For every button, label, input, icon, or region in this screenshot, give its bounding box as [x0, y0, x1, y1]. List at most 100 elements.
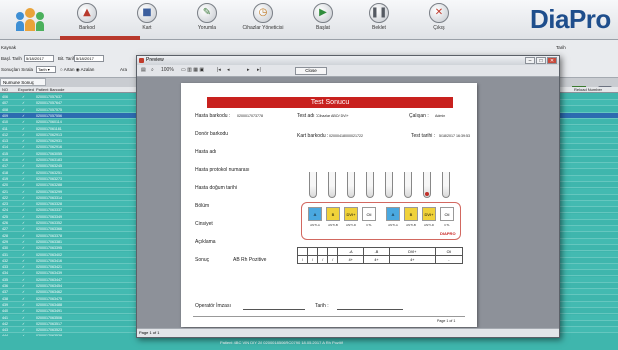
- well-cell: Ctl: [440, 207, 454, 221]
- row-no: 428: [2, 233, 8, 238]
- row-no: 406: [2, 95, 8, 99]
- tab-results[interactable]: Numune Sonuç: [0, 78, 46, 86]
- toolbar-button-5[interactable]: ❚❚ Beklet: [356, 3, 402, 37]
- toolbar-button-3[interactable]: ◷ Cihazlar Yöneticisi: [240, 3, 286, 37]
- row-barcode: 0200017063488: [36, 302, 62, 307]
- row-no: 410: [2, 120, 8, 125]
- well-label: ANTI-B: [328, 223, 338, 227]
- app-window: ▲ Barkod ■ Kart ✎ Yorumla ◷ Cihazlar Yöneticisi…: [0, 0, 618, 350]
- page-footer: Page 1 of 1: [437, 319, 456, 323]
- card-brand-logo: DIAPRO: [440, 231, 456, 236]
- row-exported: ✓: [22, 321, 26, 326]
- last-page-icon[interactable]: ▸|: [257, 67, 261, 74]
- row-no: 433: [2, 265, 8, 270]
- sort-select[interactable]: Tarih ▾: [36, 66, 56, 73]
- result-value-cell: /: [327, 255, 339, 264]
- row-exported: ✓: [22, 95, 26, 99]
- main-toolbar: ▲ Barkod ■ Kart ✎ Yorumla ◷ Cihazlar Yöneticisi…: [0, 0, 618, 40]
- row-barcode: 0200017057575: [36, 107, 62, 112]
- result-value-cell: /: [307, 255, 319, 264]
- toolbar-button-4[interactable]: ▶ Başlat: [300, 3, 346, 37]
- row-exported: ✓: [22, 189, 26, 194]
- toolbar-button-2[interactable]: ✎ Yorumla: [184, 3, 230, 37]
- sort-option-asc[interactable]: ○ Artan ◉ Azalan: [60, 67, 94, 73]
- toolbar-button-1[interactable]: ■ Kart: [124, 3, 170, 37]
- row-exported: ✓: [22, 284, 26, 288]
- row-barcode: 0200017063299: [36, 189, 62, 194]
- minimize-button[interactable]: –: [525, 57, 535, 64]
- row-barcode: 0200017063328: [36, 202, 62, 207]
- barcode-icon-glyph: ▲: [83, 7, 91, 18]
- pause-icon-glyph: ❚❚: [370, 7, 388, 18]
- filter-title: Kaynak: [1, 45, 17, 50]
- close-button[interactable]: Close: [295, 67, 327, 75]
- window-controls: – □ ✕: [524, 57, 557, 64]
- row-barcode: 0200017063447: [36, 277, 62, 282]
- result-value-cell: /: [296, 255, 309, 264]
- row-exported: ✓: [22, 107, 26, 112]
- row-exported: ✓: [22, 265, 26, 270]
- result-header-cell: [307, 247, 319, 256]
- next-page-icon[interactable]: ▸: [247, 67, 250, 74]
- reaction-drop: [425, 192, 429, 196]
- search-button[interactable]: Ara: [120, 67, 127, 72]
- row-no: 424: [2, 208, 8, 213]
- header-exported[interactable]: Exported: [18, 87, 34, 93]
- zoom-icon[interactable]: ⌕: [151, 67, 154, 74]
- row-exported: ✓: [22, 252, 26, 257]
- close-window-button[interactable]: ✕: [547, 57, 557, 64]
- row-exported: ✓: [22, 315, 26, 320]
- row-no: 442: [2, 321, 8, 326]
- header-reload-number[interactable]: Reload Number: [574, 87, 602, 93]
- row-barcode: 0200017063381: [36, 239, 62, 244]
- row-exported: ✓: [22, 221, 26, 225]
- row-exported: ✓: [22, 246, 26, 251]
- pen-icon-glyph: ✎: [202, 7, 212, 18]
- row-no: 425: [2, 214, 8, 219]
- grid-bottom-row[interactable]: Patient 4BC VIN DIY 2/l 0200018506RC0790…: [0, 336, 618, 350]
- maximize-button[interactable]: □: [536, 57, 546, 64]
- end-date-field[interactable]: 5/18/2017: [74, 55, 104, 62]
- toolbar-button-6[interactable]: ✕ Çıkış: [416, 3, 462, 37]
- row-exported: ✓: [22, 126, 26, 131]
- row-no: 429: [2, 239, 8, 244]
- row-barcode: 0200017063055: [36, 151, 62, 156]
- row-barcode: 0200017063416: [36, 258, 62, 263]
- row-barcode: 0200017060114: [36, 120, 62, 125]
- start-date-field[interactable]: 5/18/2017: [24, 55, 54, 62]
- page-layout-icons[interactable]: ▭ ▥ ▦ ▣: [181, 67, 204, 74]
- card-icon-glyph: ■: [142, 7, 152, 18]
- row-exported: ✓: [22, 328, 26, 333]
- row-barcode: 0200017063251: [36, 170, 62, 175]
- row-no: 415: [2, 151, 8, 156]
- row-exported: ✓: [22, 158, 26, 162]
- row-no: 414: [2, 145, 8, 150]
- header-patient-barcode[interactable]: Patient Barcode: [36, 87, 64, 93]
- well-label: CTL: [366, 223, 372, 227]
- row-exported: ✓: [22, 170, 26, 175]
- protocol-label: Hasta protokol numarası: [195, 167, 250, 173]
- row-no: 419: [2, 176, 8, 181]
- toolbar-button-label: Beklet: [372, 25, 386, 31]
- date-label: Tarih :: [315, 303, 329, 309]
- footer-rule: [193, 316, 465, 317]
- brand-logo: DiaPro: [530, 4, 611, 34]
- print-icon[interactable]: ▤: [141, 67, 146, 74]
- row-barcode: 0200017063183: [36, 158, 62, 162]
- preview-title: Preview: [146, 57, 164, 63]
- prev-page-icon[interactable]: ◂: [227, 67, 230, 74]
- first-page-icon[interactable]: |◂: [217, 67, 221, 74]
- tube-icon: [366, 172, 374, 198]
- header-no[interactable]: NO: [2, 87, 8, 93]
- row-barcode: 0200017062916: [36, 145, 62, 150]
- row-no: 441: [2, 315, 8, 320]
- result-header-cell: [317, 247, 329, 256]
- tube-icon: [347, 172, 355, 198]
- row-barcode: 0200017063506: [36, 315, 62, 320]
- play-icon: ▶: [313, 3, 333, 23]
- result-header-cell: [327, 247, 339, 256]
- row-exported: ✓: [22, 302, 26, 307]
- toolbar-button-0[interactable]: ▲ Barkod: [64, 3, 110, 37]
- row-no: 409: [2, 113, 8, 118]
- zoom-level[interactable]: 100%: [161, 67, 174, 74]
